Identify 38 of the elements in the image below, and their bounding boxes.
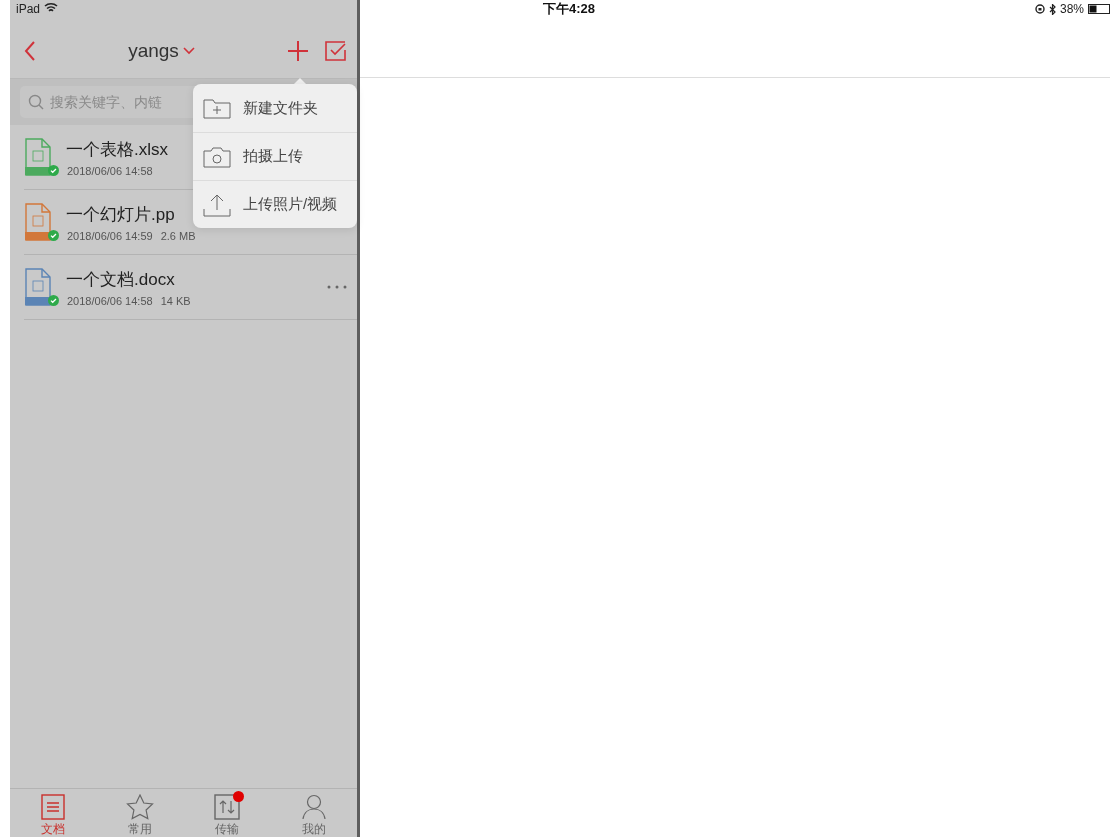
file-date: 2018/06/06 14:58 xyxy=(67,294,153,307)
folder-plus-icon xyxy=(203,97,231,119)
file-icon xyxy=(24,203,52,241)
file-name: 一个表格.xlsx xyxy=(66,138,168,161)
camera-icon xyxy=(203,145,231,168)
menu-item[interactable]: 上传照片/视频 xyxy=(193,180,357,228)
tab[interactable]: 我的 xyxy=(270,789,357,837)
person-icon xyxy=(301,794,326,820)
tab[interactable]: 常用 xyxy=(96,789,184,837)
file-name: 一个幻灯片.pp xyxy=(66,203,175,226)
star-icon xyxy=(126,794,155,820)
file-date: 2018/06/06 14:58 xyxy=(67,164,153,177)
document-icon xyxy=(41,794,66,820)
device-name: iPad xyxy=(16,2,41,16)
bluetooth-icon xyxy=(1048,3,1056,15)
tab[interactable]: 传输 xyxy=(183,789,271,837)
chevron-down-icon[interactable] xyxy=(182,47,195,55)
transfer-icon xyxy=(213,794,240,820)
file-icon xyxy=(24,268,52,306)
file-name: 一个文档.docx xyxy=(66,268,175,291)
file-row[interactable]: 一个文档.docx 2018/06/06 14:58 14 KB xyxy=(24,255,357,320)
file-size: 14 KB xyxy=(160,294,191,307)
upload-icon xyxy=(203,192,231,217)
select-button[interactable] xyxy=(325,41,347,61)
file-size: 2.6 MB xyxy=(160,229,196,242)
battery-percent: 38% xyxy=(1059,2,1084,16)
file-icon xyxy=(24,138,52,176)
status-time: 下午4:28 xyxy=(543,2,596,16)
search-icon xyxy=(28,94,44,110)
file-date: 2018/06/06 14:59 xyxy=(67,229,153,242)
lock-rotation-icon xyxy=(1034,4,1045,14)
more-button[interactable] xyxy=(327,285,347,289)
folder-title[interactable]: yangs xyxy=(128,40,179,62)
wifi-icon xyxy=(44,2,59,13)
menu-item[interactable]: 拍摄上传 xyxy=(193,132,357,180)
back-button[interactable] xyxy=(24,41,36,61)
add-button[interactable] xyxy=(287,40,309,62)
battery-icon xyxy=(1088,4,1110,14)
